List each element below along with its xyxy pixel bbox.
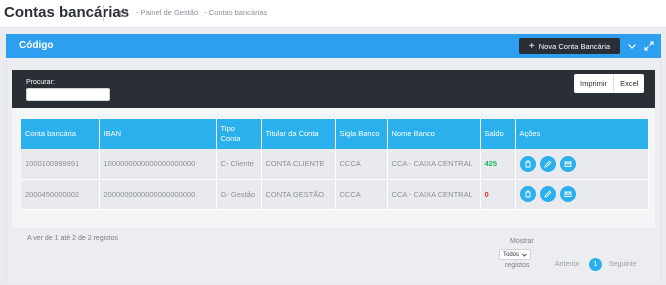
page-size-value: Todos bbox=[503, 251, 520, 258]
bank-code-cell: CCCA bbox=[335, 179, 388, 210]
top-bar: Contas bancárias - Painel de Gestão - Co… bbox=[0, 0, 666, 28]
search-label: Procurar: bbox=[26, 79, 55, 86]
current-page-button[interactable]: 1 bbox=[589, 258, 602, 271]
column-header[interactable]: Conta bancária bbox=[21, 119, 100, 149]
edit-icon[interactable] bbox=[539, 186, 556, 202]
delete-icon[interactable] bbox=[519, 155, 536, 172]
title-divider bbox=[103, 5, 104, 21]
column-header: Ações bbox=[515, 119, 649, 149]
table-row: 2000450000002 2000000000000000000000 G- … bbox=[21, 179, 649, 210]
card-title: Código bbox=[19, 40, 54, 51]
print-button[interactable]: Imprimir bbox=[574, 74, 613, 93]
iban-cell: 1000000000000000000000 bbox=[99, 149, 217, 180]
column-header[interactable]: Titular da Conta bbox=[261, 119, 336, 149]
account-number-cell: 2000450000002 bbox=[21, 179, 100, 210]
balance-cell: 425 bbox=[480, 149, 516, 180]
column-header[interactable]: Saldo bbox=[480, 119, 516, 149]
show-label: Mostrar bbox=[510, 238, 534, 245]
actions-cell bbox=[515, 179, 649, 210]
bank-name-cell: CCA - CAIXA CENTRAL bbox=[387, 149, 481, 180]
excel-button[interactable]: Excel bbox=[613, 74, 644, 93]
search-input[interactable] bbox=[26, 88, 110, 101]
actions-cell bbox=[515, 149, 649, 180]
card-header: Código + Nova Conta Bancária bbox=[6, 34, 661, 58]
table-header-row: Conta bancária IBAN Tipo Conta Titular d… bbox=[21, 119, 649, 149]
page-title: Contas bancárias bbox=[4, 4, 130, 21]
next-page-button[interactable]: Seguinte bbox=[609, 261, 637, 268]
previous-page-button[interactable]: Anterior bbox=[555, 261, 580, 268]
new-bank-account-label: Nova Conta Bancária bbox=[538, 41, 611, 51]
balance-cell: 0 bbox=[480, 179, 516, 210]
column-header[interactable]: IBAN bbox=[99, 119, 217, 149]
new-bank-account-button[interactable]: + Nova Conta Bancária bbox=[519, 38, 620, 54]
column-header[interactable]: Sigla Banco bbox=[335, 119, 388, 149]
home-icon[interactable] bbox=[118, 7, 129, 18]
account-type-cell: G- Gestão bbox=[216, 179, 262, 210]
account-holder-cell: CONTA CLIENTE bbox=[261, 149, 336, 180]
page-size-select[interactable]: Todos bbox=[499, 249, 531, 260]
expand-icon[interactable] bbox=[643, 40, 655, 52]
email-icon[interactable] bbox=[559, 186, 576, 202]
chevron-down-icon[interactable] bbox=[626, 40, 638, 52]
breadcrumb-item-dashboard[interactable]: - Painel de Gestão bbox=[136, 8, 198, 17]
account-type-cell: C- Cliente bbox=[216, 149, 262, 180]
breadcrumb-item-bank-accounts: - Contas bancárias bbox=[204, 8, 268, 17]
plus-icon: + bbox=[528, 40, 535, 52]
table-info: A ver de 1 até 2 de 2 registos bbox=[27, 235, 119, 242]
breadcrumb: - Painel de Gestão - Contas bancárias bbox=[136, 8, 271, 17]
account-holder-cell: CONTA GESTÃO bbox=[261, 179, 336, 210]
bank-code-cell: CCCA bbox=[335, 149, 388, 180]
email-icon[interactable] bbox=[559, 155, 576, 172]
column-header[interactable]: Tipo Conta bbox=[216, 119, 262, 149]
table-toolbar: Procurar: Imprimir Excel bbox=[12, 70, 655, 108]
account-number-cell: 1000100999991 bbox=[21, 149, 100, 180]
table-container: Conta bancária IBAN Tipo Conta Titular d… bbox=[12, 108, 655, 228]
table-row: 1000100999991 1000000000000000000000 C- … bbox=[21, 149, 649, 180]
export-buttons: Imprimir Excel bbox=[574, 74, 645, 93]
bank-name-cell: CCA - CAIXA CENTRAL bbox=[387, 179, 481, 210]
chevron-down-icon bbox=[522, 253, 527, 257]
column-header[interactable]: Nome Banco bbox=[387, 119, 481, 149]
records-label: registos bbox=[505, 262, 530, 269]
iban-cell: 2000000000000000000000 bbox=[99, 179, 217, 210]
bank-accounts-table: Conta bancária IBAN Tipo Conta Titular d… bbox=[21, 119, 649, 210]
delete-icon[interactable] bbox=[519, 186, 536, 202]
edit-icon[interactable] bbox=[539, 155, 556, 172]
